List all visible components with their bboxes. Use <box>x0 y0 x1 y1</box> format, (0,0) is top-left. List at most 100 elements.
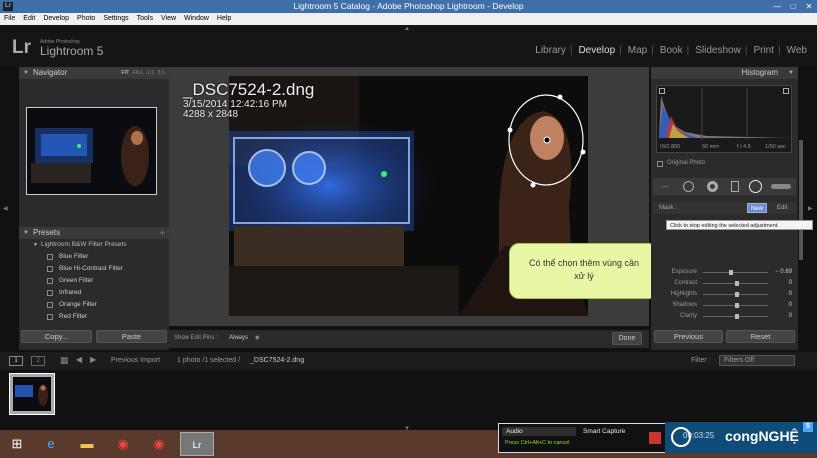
clarity-slider[interactable]: Clarity 0 <box>655 311 794 322</box>
back-arrow-icon[interactable]: ◀ <box>76 355 82 364</box>
slider-knob[interactable] <box>734 281 739 286</box>
recorder-smart-capture[interactable]: Smart Capture <box>583 427 625 436</box>
preset-label: Red Filter <box>59 313 88 320</box>
collapse-right-arrow-icon[interactable]: ▶ <box>808 205 813 212</box>
histogram-header[interactable]: Histogram ▼ <box>651 67 798 79</box>
menu-window[interactable]: Window <box>180 13 213 25</box>
shadows-slider[interactable]: Shadows 0 <box>655 300 794 311</box>
module-library[interactable]: Library <box>535 45 566 56</box>
mask-handle[interactable] <box>580 149 586 155</box>
screen-2-button[interactable]: 2 <box>31 356 45 366</box>
chrome-icon[interactable]: ◉ <box>108 432 138 456</box>
highlight-clip-toggle-icon[interactable] <box>783 88 789 94</box>
mask-handle[interactable] <box>557 94 563 100</box>
slider-value[interactable]: − 0.69 <box>775 267 792 278</box>
windows-start-icon[interactable]: ⊞ <box>2 432 32 456</box>
menu-view[interactable]: View <box>157 13 180 25</box>
slider-value[interactable]: 0 <box>789 289 792 300</box>
maximize-button[interactable]: □ <box>785 0 801 13</box>
slider-knob[interactable] <box>734 292 739 297</box>
menu-photo[interactable]: Photo <box>73 13 99 25</box>
highlights-slider[interactable]: Highlights 0 <box>655 289 794 300</box>
preset-item[interactable]: Red Filter <box>19 311 169 323</box>
collapse-top-arrow-icon[interactable]: ▲ <box>404 26 410 32</box>
menu-tools[interactable]: Tools <box>133 13 157 25</box>
mask-pin-icon[interactable] <box>543 136 551 144</box>
module-develop[interactable]: Develop <box>578 45 615 56</box>
menu-settings[interactable]: Settings <box>99 13 132 25</box>
reset-button[interactable]: Reset <box>726 330 795 343</box>
crop-tool-icon[interactable] <box>683 181 694 192</box>
filmstrip-source[interactable]: Previous Import <box>111 357 160 364</box>
filter-select[interactable]: Filters Off <box>719 355 795 366</box>
module-book[interactable]: Book <box>660 45 683 56</box>
file-explorer-icon[interactable]: ▬ <box>72 432 102 456</box>
filmstrip-filename[interactable]: _DSC7524-2.dng <box>250 357 304 364</box>
presets-title: Presets <box>33 228 61 237</box>
zoom-fill[interactable]: FILL <box>133 70 144 76</box>
done-button[interactable]: Done <box>612 332 642 345</box>
slider-track[interactable] <box>703 272 768 273</box>
copy-button[interactable]: Copy... <box>21 330 92 343</box>
previous-button[interactable]: Previous <box>654 330 723 343</box>
histogram-chart[interactable]: ISO 800 50 mm f / 4.5 1/50 sec <box>656 85 792 153</box>
collapse-left-arrow-icon[interactable]: ◀ <box>3 205 8 212</box>
preset-item[interactable]: Blue Filter <box>19 251 169 263</box>
chevron-down-icon[interactable]: ◆ <box>255 334 260 341</box>
preset-item[interactable]: Blue Hi-Contrast Filter <box>19 263 169 275</box>
module-map[interactable]: Map <box>628 45 647 56</box>
zoom-1-1[interactable]: 1:1 <box>147 70 155 76</box>
slider-knob[interactable] <box>734 303 739 308</box>
grid-overlay-icon[interactable]: ⋯ <box>661 182 669 191</box>
radial-filter-icon[interactable] <box>749 180 762 193</box>
mask-new-button[interactable]: New <box>747 203 768 213</box>
minimize-button[interactable]: — <box>769 0 785 13</box>
slider-knob[interactable] <box>734 314 739 319</box>
preset-item[interactable]: Green Filter <box>19 275 169 287</box>
right-panel-scrollbar[interactable] <box>799 140 803 260</box>
show-edit-pins-select[interactable]: Always <box>229 335 248 341</box>
zoom-3-1[interactable]: 3:1 <box>157 70 165 76</box>
navigator-preview[interactable] <box>26 107 157 195</box>
red-eye-icon[interactable] <box>731 181 739 192</box>
screen-1-button[interactable]: 1 <box>9 356 23 366</box>
spot-removal-icon[interactable] <box>707 181 718 192</box>
original-photo-checkbox[interactable] <box>657 161 663 167</box>
internet-explorer-icon[interactable]: e <box>36 432 66 456</box>
module-print[interactable]: Print <box>753 45 774 56</box>
radial-mask-overlay[interactable] <box>505 90 590 190</box>
navigator-header[interactable]: ▼ Navigator FIT FILL 1:1 3:1 <box>19 67 169 79</box>
preset-item[interactable]: Infrared <box>19 287 169 299</box>
filmstrip-thumbnail[interactable] <box>9 373 55 415</box>
menu-help[interactable]: Help <box>213 13 235 25</box>
slider-knob[interactable] <box>729 270 734 275</box>
forward-arrow-icon[interactable]: ▶ <box>90 355 96 364</box>
menu-edit[interactable]: Edit <box>19 13 39 25</box>
mask-handle[interactable] <box>507 127 513 133</box>
add-preset-button[interactable]: + <box>160 227 165 239</box>
slider-value[interactable]: 0 <box>789 300 792 311</box>
module-slideshow[interactable]: Slideshow <box>695 45 741 56</box>
module-web[interactable]: Web <box>787 45 807 56</box>
exposure-slider[interactable]: Exposure − 0.69 <box>655 267 794 278</box>
shadow-clip-toggle-icon[interactable] <box>659 88 665 94</box>
mask-edit-button[interactable]: Edit <box>777 202 787 214</box>
chrome-icon[interactable]: ◉ <box>144 432 174 456</box>
mask-handle[interactable] <box>530 182 536 188</box>
zoom-fit[interactable]: FIT <box>121 70 129 76</box>
close-button[interactable]: ✕ <box>801 0 817 13</box>
preset-item[interactable]: Orange Filter <box>19 299 169 311</box>
presets-header[interactable]: ▼ Presets + <box>19 227 169 239</box>
menu-file[interactable]: File <box>0 13 19 25</box>
menu-develop[interactable]: Develop <box>39 13 73 25</box>
preset-group[interactable]: ▼ Lightroom B&W Filter Presets <box>19 239 169 251</box>
recorder-audio[interactable]: Audio <box>502 427 576 436</box>
stop-record-icon[interactable] <box>649 432 661 444</box>
lightroom-taskbar-button[interactable]: Lr <box>180 432 214 456</box>
slider-value[interactable]: 0 <box>789 311 792 322</box>
contrast-slider[interactable]: Contrast 0 <box>655 278 794 289</box>
adjustment-brush-icon[interactable] <box>771 184 791 189</box>
paste-button[interactable]: Paste <box>96 330 167 343</box>
grid-view-icon[interactable]: ▦ <box>60 355 69 366</box>
slider-value[interactable]: 0 <box>789 278 792 289</box>
